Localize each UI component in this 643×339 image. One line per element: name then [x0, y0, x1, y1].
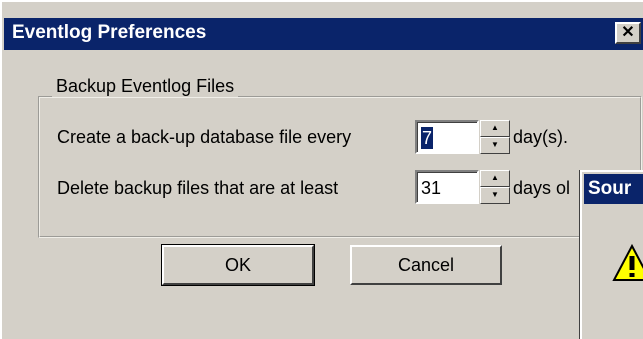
delete-age-label: Delete backup files that are at least	[57, 178, 339, 198]
delete-age-suffix: days ol	[513, 178, 571, 198]
spinner-up-button[interactable]: ▲	[480, 170, 510, 187]
up-arrow-icon: ▲	[491, 123, 499, 132]
warning-icon	[612, 244, 643, 281]
backup-interval-label: Create a back-up database file every	[57, 127, 352, 147]
cancel-button[interactable]: Cancel	[350, 245, 502, 285]
backup-interval-input[interactable]: 7	[415, 120, 479, 154]
spinner-down-button[interactable]: ▼	[480, 187, 510, 204]
up-arrow-icon: ▲	[491, 173, 499, 182]
backup-interval-suffix: day(s).	[513, 127, 569, 147]
down-arrow-icon: ▼	[491, 190, 499, 199]
window-title: Eventlog Preferences	[12, 22, 207, 43]
down-arrow-icon: ▼	[491, 140, 499, 149]
delete-age-input[interactable]: 31	[415, 170, 479, 204]
delete-age-spinner[interactable]: ▲ ▼	[480, 170, 510, 204]
title-bar[interactable]: Eventlog Preferences ✕	[4, 18, 643, 50]
delete-age-value: 31	[421, 178, 442, 198]
ok-button[interactable]: OK	[161, 244, 315, 286]
backup-groupbox	[38, 96, 642, 238]
overlapping-dialog-title-bar[interactable]: Sour	[584, 174, 643, 204]
backup-interval-spinner[interactable]: ▲ ▼	[480, 120, 510, 154]
close-icon: ✕	[621, 24, 635, 41]
overlapping-dialog-title: Sour	[588, 178, 632, 199]
spinner-up-button[interactable]: ▲	[480, 120, 510, 137]
backup-interval-value: 7	[421, 127, 434, 149]
groupbox-title: Backup Eventlog Files	[52, 76, 239, 97]
spinner-down-button[interactable]: ▼	[480, 137, 510, 154]
close-button[interactable]: ✕	[615, 22, 641, 44]
